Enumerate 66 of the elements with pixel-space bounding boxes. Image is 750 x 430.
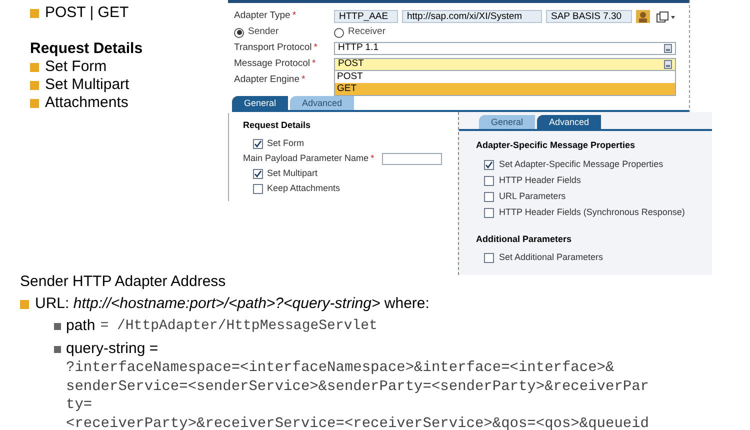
checkbox-label: URL Parameters xyxy=(499,190,566,203)
bullet-text: Set Form xyxy=(45,58,107,76)
checkbox[interactable] xyxy=(484,192,494,202)
radio-button[interactable] xyxy=(334,28,344,38)
input-field[interactable] xyxy=(382,152,442,164)
checkbox[interactable] xyxy=(484,176,494,186)
checkbox-label: Keep Attachments xyxy=(267,182,340,195)
radio-button[interactable] xyxy=(234,28,244,38)
bullet-icon xyxy=(30,8,39,18)
required-mark: * xyxy=(292,10,296,22)
tab[interactable]: Advanced xyxy=(290,96,354,110)
checkbox-label: Set Additional Parameters xyxy=(499,251,604,264)
bullet-icon xyxy=(54,346,61,352)
radio-label: Sender xyxy=(248,25,279,40)
checkbox[interactable] xyxy=(484,208,494,218)
checkbox[interactable] xyxy=(253,184,263,194)
checkbox[interactable] xyxy=(253,138,263,148)
query-label: query-string = xyxy=(66,339,158,359)
field-label: Transport Protocol * xyxy=(234,41,318,56)
checkbox[interactable] xyxy=(484,253,494,263)
required-mark: * xyxy=(302,74,306,86)
window-menu-icon[interactable] xyxy=(656,10,676,22)
bullet-icon xyxy=(30,62,39,72)
bullet-icon xyxy=(30,80,39,90)
bullet-text: POST | GET xyxy=(45,4,129,22)
person-icon[interactable] xyxy=(636,10,650,23)
bullet-icon xyxy=(30,98,39,108)
tab[interactable]: Advanced xyxy=(537,115,602,129)
bullet-icon xyxy=(54,322,61,330)
radio-label: Receiver xyxy=(348,25,386,40)
read-only-field: HTTP_AAE xyxy=(334,10,398,23)
checkbox[interactable] xyxy=(253,168,263,178)
field-label: Adapter Engine * xyxy=(234,73,306,88)
field-label: Main Payload Parameter Name * xyxy=(243,152,374,165)
checkbox-label: HTTP Header Fields xyxy=(499,174,581,187)
required-mark: * xyxy=(370,152,374,163)
section-heading: Adapter-Specific Message Properties xyxy=(476,139,636,152)
section-heading: Additional Parameters xyxy=(476,232,573,246)
dropdown-icon[interactable] xyxy=(664,60,672,69)
url-text: URL: http://<hostname:port>/<path>?<query-string> where: xyxy=(35,294,430,314)
path-label: path xyxy=(66,316,96,336)
tab[interactable]: General xyxy=(232,96,288,110)
dropdown-icon[interactable] xyxy=(664,44,672,53)
checkbox[interactable] xyxy=(484,160,494,170)
read-only-field: SAP BASIS 7.30 xyxy=(546,10,632,23)
dropdown-option[interactable]: GET xyxy=(335,83,675,95)
path-value: = /HttpAdapter/HttpMessageServlet xyxy=(100,317,378,336)
checkbox-label: Set Form xyxy=(267,136,304,150)
dropdown-field[interactable]: HTTP 1.1 xyxy=(334,42,676,55)
checkbox-label: Set Multipart xyxy=(267,166,318,180)
field-label: Message Protocol * xyxy=(234,57,317,72)
required-mark: * xyxy=(314,42,318,54)
section-heading: Request Details xyxy=(30,40,143,58)
bullet-icon xyxy=(20,300,29,308)
section-heading: Request Details xyxy=(243,119,312,132)
checkbox-label: HTTP Header Fields (Synchronous Response) xyxy=(499,206,685,219)
field-label: Adapter Type * xyxy=(234,9,298,24)
tab[interactable]: General xyxy=(479,115,536,129)
bullet-text: Set Multipart xyxy=(45,76,130,94)
read-only-field: http://sap.com/xi/XI/System xyxy=(402,10,542,23)
bullet-text: Attachments xyxy=(45,94,128,112)
query-string-code: ?interfaceNamespace=<interfaceNamespace>&interface=<interface>& senderService=<senderService>&senderParty=<senderParty>&receiverPar ty= <receiverParty>&receiverService=<receiverService>&qos=<qos>&queueid xyxy=(65,359,650,430)
required-mark: * xyxy=(312,58,316,70)
section-heading: Sender HTTP Adapter Address xyxy=(20,272,227,292)
checkbox-label: Set Adapter-Specific Message Properties xyxy=(499,158,664,171)
dropdown-field[interactable]: POST xyxy=(334,58,676,71)
